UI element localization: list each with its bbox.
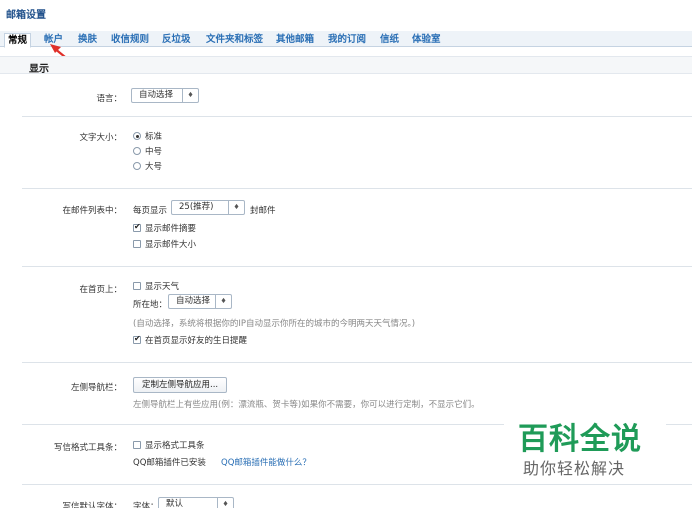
font-size-medium-radio[interactable] — [133, 147, 141, 155]
chevron-down-icon: ♦ — [228, 201, 244, 214]
location-select-value: 自动选择 — [176, 296, 211, 306]
divider — [22, 266, 692, 267]
language-select-value: 自动选择 — [139, 90, 174, 100]
divider — [22, 188, 692, 189]
show-toolbar-label: 显示格式工具条 — [145, 441, 205, 451]
font-size-large-radio[interactable] — [133, 162, 141, 170]
language-label: 语言： — [96, 94, 122, 104]
tab-folders[interactable]: 文件夹和标签 — [206, 34, 263, 45]
show-summary-label: 显示邮件摘要 — [145, 224, 197, 234]
show-toolbar-checkbox[interactable] — [133, 441, 141, 449]
tab-stationery[interactable]: 信纸 — [380, 34, 399, 45]
tab-antispam[interactable]: 反垃圾 — [162, 34, 191, 45]
divider — [22, 116, 692, 117]
chevron-down-icon: ♦ — [215, 295, 231, 308]
location-label: 所在地： — [133, 300, 168, 310]
chevron-down-icon: ♦ — [217, 498, 233, 508]
per-page-select-value: 25(推荐) — [179, 202, 214, 212]
language-select[interactable]: 自动选择 ♦ — [131, 88, 199, 103]
font-size-standard-radio[interactable] — [133, 132, 141, 140]
per-page-prefix: 每页显示 — [133, 206, 168, 216]
plugin-info-link[interactable]: QQ邮箱插件能做什么？ — [221, 456, 311, 468]
per-page-select[interactable]: 25(推荐) ♦ — [171, 200, 245, 215]
customize-left-nav-button[interactable]: 定制左侧导航应用... — [133, 377, 228, 393]
plugin-installed-text: QQ邮箱插件已安装 — [133, 458, 206, 468]
font-select-value: 默认 — [166, 499, 184, 508]
show-size-checkbox[interactable] — [133, 240, 141, 248]
mail-list-label: 在邮件列表中： — [62, 206, 122, 216]
font-select[interactable]: 默认 ♦ — [158, 497, 234, 508]
tab-general[interactable]: 常规 — [4, 33, 32, 48]
location-select[interactable]: 自动选择 ♦ — [168, 294, 232, 309]
show-size-label: 显示邮件大小 — [145, 240, 197, 250]
birthday-reminder-checkbox[interactable] — [133, 334, 141, 344]
section-title: 显示 — [29, 64, 49, 75]
tab-subscriptions[interactable]: 我的订阅 — [328, 34, 366, 45]
watermark-subtitle: 助你轻松解决 — [523, 459, 626, 478]
default-font-label: 写信默认字体： — [62, 502, 122, 508]
font-size-standard-label: 标准 — [145, 132, 163, 142]
show-weather-checkbox[interactable] — [133, 282, 141, 290]
chevron-down-icon: ♦ — [182, 89, 198, 102]
section-header — [0, 56, 692, 74]
show-summary-checkbox[interactable] — [133, 222, 141, 232]
divider — [22, 484, 692, 485]
tab-other-mail[interactable]: 其他邮箱 — [276, 34, 314, 45]
left-nav-hint: 左侧导航栏上有些应用(例：漂流瓶、贺卡等)如果你不需要，你可以进行定制，不显示它… — [133, 400, 480, 410]
toolbar-label: 写信格式工具条： — [53, 443, 122, 453]
font-size-medium-label: 中号 — [145, 147, 163, 157]
weather-hint: (自动选择，系统将根据你的IP自动显示你所在的城市的今明两天天气情况。) — [133, 319, 416, 329]
per-page-suffix: 封邮件 — [250, 206, 276, 216]
watermark-title: 百科全说 — [518, 422, 642, 457]
tab-lab[interactable]: 体验室 — [412, 34, 441, 45]
birthday-reminder-label: 在首页显示好友的生日提醒 — [145, 336, 248, 346]
font-size-label: 文字大小： — [79, 133, 122, 143]
font-size-large-label: 大号 — [145, 162, 163, 172]
left-nav-label: 左侧导航栏： — [70, 383, 122, 393]
show-weather-label: 显示天气 — [145, 282, 180, 292]
divider — [22, 362, 692, 363]
page-title: 邮箱设置 — [6, 10, 46, 21]
font-label: 字体： — [133, 502, 159, 508]
tab-rules[interactable]: 收信规则 — [111, 34, 149, 45]
homepage-label: 在首页上： — [79, 285, 122, 295]
